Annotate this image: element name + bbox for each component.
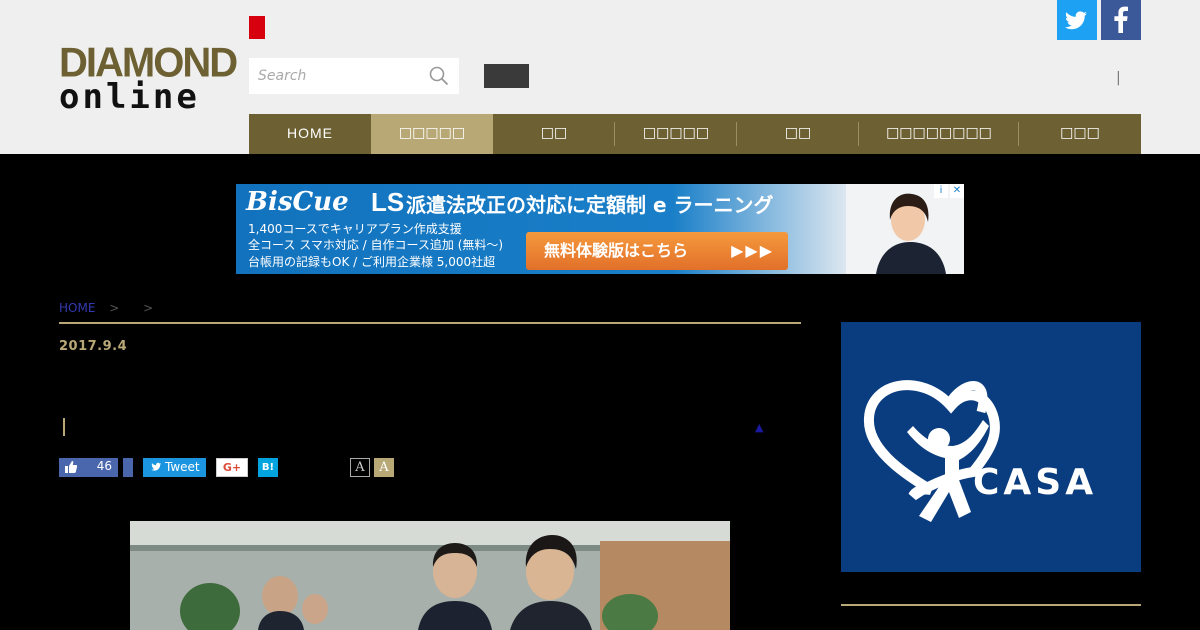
sidebar-divider <box>841 604 1141 606</box>
nav-item-3[interactable]: □□ <box>493 114 615 154</box>
header-button[interactable] <box>484 64 529 88</box>
red-marker <box>249 16 265 39</box>
nav-item-label: □□□□□□□□ <box>886 125 992 141</box>
nav-home[interactable]: HOME <box>249 114 371 154</box>
content-divider <box>59 322 801 324</box>
breadcrumb-separator: > <box>143 301 154 315</box>
site-logo[interactable]: DIAMOND online <box>59 42 238 117</box>
nav-home-label: HOME <box>287 125 333 141</box>
nav-item-7[interactable]: □□□ <box>1019 114 1141 154</box>
ad-line-3: 台帳用の記録もOK / ご利用企業様 5,000社超 <box>248 255 496 269</box>
twitter-icon <box>1065 11 1087 30</box>
search-input[interactable] <box>249 58 419 94</box>
ad-line-2: 全コース スマホ対応 / 自作コース追加 (無料～) <box>248 238 504 252</box>
nav-item-4[interactable]: □□□□□ <box>615 114 737 154</box>
header-separator: | <box>1116 70 1121 86</box>
article-photo <box>130 521 730 630</box>
nav-item-6[interactable]: □□□□□□□□ <box>859 114 1019 154</box>
ad-line-1: 1,400コースでキャリアプラン作成支援 <box>248 222 462 236</box>
close-icon[interactable]: ✕ <box>950 184 964 198</box>
article-photo-image <box>130 521 730 630</box>
ad-cta-arrows: ▶▶▶ <box>731 241 774 260</box>
like-count: 46 <box>96 459 112 473</box>
banner-ad[interactable]: BisCue LS 派遣法改正の対応に定額制 e ラーニング 1,400コースで… <box>236 184 964 274</box>
adchoices-icon[interactable]: i <box>934 184 948 198</box>
nav-item-label: □□□ <box>1060 125 1100 141</box>
search-icon[interactable] <box>429 66 449 86</box>
side-ad-brand: CASA <box>973 462 1098 503</box>
facebook-link[interactable] <box>1101 0 1141 40</box>
ad-cta-button[interactable]: 無料体験版はこちら ▶▶▶ <box>526 232 788 270</box>
hatena-label: B! <box>261 462 275 473</box>
nav-item-2[interactable]: □□□□□ <box>371 114 493 154</box>
casa-heart-logo <box>863 380 1000 522</box>
hatena-bookmark-button[interactable]: B! <box>258 458 278 477</box>
twitter-link[interactable] <box>1057 0 1097 40</box>
breadcrumb: HOME > > <box>59 301 163 315</box>
twitter-icon <box>151 462 162 471</box>
breadcrumb-separator: > <box>109 301 120 315</box>
nav-item-label: □□ <box>784 125 812 141</box>
ad-headline: 派遣法改正の対応に定額制 e ラーニング <box>406 193 774 217</box>
facebook-share-button[interactable] <box>123 458 133 477</box>
search-box <box>249 58 459 94</box>
nav-item-label: □□□□□ <box>398 125 466 141</box>
nav-item-5[interactable]: □□ <box>737 114 859 154</box>
logo-line-2: online <box>59 77 200 117</box>
up-arrow-icon[interactable]: ▲ <box>755 421 763 434</box>
ad-cta-label: 無料体験版はこちら <box>544 241 689 260</box>
facebook-icon <box>1114 6 1128 33</box>
google-plus-button[interactable]: G+ <box>216 458 248 477</box>
gplus-label: G+ <box>222 461 242 474</box>
registered-mark: ® <box>949 466 961 480</box>
ad-brand: BisCue <box>246 187 349 217</box>
tweet-label: Tweet <box>165 460 200 474</box>
article-date: 2017.9.4 <box>59 339 128 354</box>
main-nav: HOME □□□□□ □□ □□□□□ □□ □□□□□□□□ □□□ <box>249 114 1141 154</box>
facebook-like-button[interactable]: 46 <box>59 458 118 477</box>
tweet-button[interactable]: Tweet <box>143 458 206 477</box>
thumbs-up-icon <box>65 461 78 473</box>
ad-brand-suffix: LS <box>371 187 405 217</box>
sidebar-ad[interactable]: ® CASA <box>841 322 1141 572</box>
nav-item-label: □□ <box>540 125 568 141</box>
nav-item-label: □□□□□ <box>642 125 710 141</box>
site-header: DIAMOND online | HOME □□□□□ □□ □□□□□ □□ … <box>0 0 1200 154</box>
breadcrumb-home[interactable]: HOME <box>59 301 95 315</box>
title-marker <box>63 418 65 436</box>
font-size-small-button[interactable]: A <box>350 458 370 477</box>
font-size-large-button[interactable]: A <box>374 458 394 477</box>
